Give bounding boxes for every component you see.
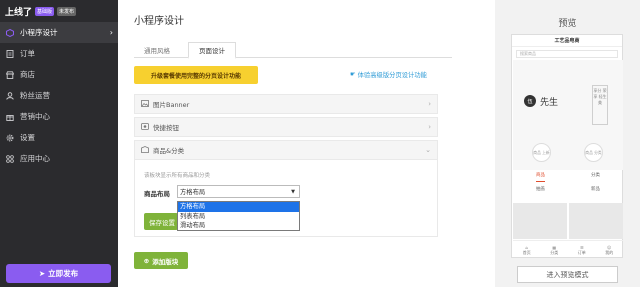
- chevron-down-icon: ⌄: [425, 146, 431, 154]
- phone-product-image: [513, 203, 567, 239]
- phone-tabs: 商品 分类: [513, 172, 623, 182]
- try-advanced-link[interactable]: ☛ 体验高级版分页设计功能: [350, 70, 427, 79]
- phone-tabbar-item: ⌂ 首页: [522, 244, 531, 255]
- sidebar-item-label: 设置: [20, 133, 35, 142]
- phone-product-image: [569, 203, 623, 239]
- phone-logo: 伍: [524, 95, 536, 107]
- preview-panel: 预览 工艺品电商 搜索商品 伍 先生 享分 荣 享 轻生 美 商品 上新 商品 …: [495, 0, 640, 287]
- try-advanced-label: 体验高级版分页设计功能: [357, 72, 427, 79]
- add-block-button[interactable]: ⊕ 添加版块: [134, 252, 188, 269]
- phone-tabbar-item: ☺ 我的: [605, 244, 614, 255]
- phone-header: 工艺品电商: [512, 35, 622, 47]
- tab-general-style[interactable]: 通用风格: [134, 42, 180, 58]
- goods-icon: [141, 145, 149, 155]
- sidebar-item-label: 小程序设计: [20, 28, 58, 37]
- chevron-right-icon: ›: [428, 123, 431, 131]
- phone-vertical-text: 享分 荣 享 轻生 美: [592, 85, 608, 125]
- phone-quick-category: 商品 分类: [584, 143, 603, 162]
- sidebar-item-fans[interactable]: 粉丝运营: [0, 85, 118, 106]
- quick-button-icon: [141, 122, 149, 132]
- sidebar-item-settings[interactable]: 设置: [0, 127, 118, 148]
- status-badge: 未发布: [57, 6, 77, 16]
- sidebar-item-label: 订单: [20, 49, 35, 58]
- phone-tab-category: 分类: [591, 173, 600, 178]
- sidebar: 上线了 基础版 未发布 小程序设计 › 订单 商店 粉丝运营 营销中心 设置 应…: [0, 0, 118, 287]
- phone-tabbar-item: ▦ 分类: [550, 244, 559, 255]
- section-quick-buttons[interactable]: 快捷按钮 ›: [134, 117, 438, 137]
- layout-option-list[interactable]: 列表布局: [178, 212, 299, 222]
- goods-layout-dropdown: 方格布局 列表布局 滑动布局: [177, 201, 300, 231]
- phone-preview: 工艺品电商 搜索商品 伍 先生 享分 荣 享 轻生 美 商品 上新 商品 分类 …: [511, 34, 623, 258]
- sidebar-item-miniprogram-design[interactable]: 小程序设计 ›: [0, 22, 118, 43]
- apps-icon: [6, 154, 14, 163]
- section-label: 商品&分类: [153, 147, 185, 155]
- plus-circle-icon: ⊕: [143, 256, 150, 265]
- section-goods-category[interactable]: 商品&分类 ⌄: [134, 140, 438, 160]
- send-icon: ➤: [38, 269, 46, 278]
- enter-preview-button[interactable]: 进入预览模式: [517, 266, 618, 283]
- phone-subtabs: 抽盖 新品: [513, 186, 623, 196]
- phone-logo-text: 先生: [540, 98, 559, 108]
- gift-icon: [6, 113, 14, 121]
- goods-layout-label: 商品布局: [144, 190, 170, 198]
- brand: 上线了 基础版 未发布: [0, 0, 118, 22]
- phone-tabbar: ⌂ 首页 ▦ 分类 ☰ 订单 ☺ 我的: [513, 240, 623, 258]
- image-icon: [141, 99, 149, 109]
- section-label: 快捷按钮: [153, 124, 179, 132]
- layout-option-grid[interactable]: 方格布局: [178, 202, 299, 212]
- store-icon: [6, 70, 14, 79]
- tab-bar: 通用风格 页面设计: [134, 42, 452, 59]
- tab-page-design[interactable]: 页面设计: [188, 42, 236, 59]
- phone-subtab-2: 新品: [591, 187, 600, 192]
- phone-quick-new: 商品 上新: [532, 143, 551, 162]
- chevron-right-icon: ›: [109, 28, 113, 37]
- sidebar-item-label: 粉丝运营: [20, 91, 50, 100]
- preview-title: 预览: [558, 19, 577, 29]
- chevron-right-icon: ›: [428, 100, 431, 108]
- brand-name: 上线了: [5, 7, 33, 18]
- caret-down-icon: ▼: [291, 188, 295, 195]
- sidebar-item-apps[interactable]: 应用中心: [0, 148, 118, 169]
- pointer-icon: ☛: [350, 71, 356, 78]
- order-icon: [6, 49, 14, 58]
- sidebar-item-orders[interactable]: 订单: [0, 43, 118, 64]
- upgrade-button[interactable]: 升级套餐使用完整的分页设计功能: [134, 66, 258, 84]
- save-settings-button[interactable]: 保存设置: [144, 213, 178, 230]
- publish-button[interactable]: ➤ 立即发布: [6, 264, 111, 283]
- phone-subtab-1: 抽盖: [536, 187, 545, 192]
- layout-option-slide[interactable]: 滑动布局: [178, 221, 299, 231]
- phone-tab-goods: 商品: [536, 172, 545, 182]
- sidebar-item-label: 应用中心: [20, 154, 50, 163]
- sidebar-item-label: 商店: [20, 70, 35, 79]
- sidebar-item-label: 营销中心: [20, 112, 50, 121]
- publish-label: 立即发布: [48, 269, 79, 278]
- add-block-label: 添加版块: [152, 257, 179, 266]
- main-content: 小程序设计 通用风格 页面设计 升级套餐使用完整的分页设计功能 ☛ 体验高级版分…: [118, 0, 495, 287]
- section-hint: 该板块显示所有商品和分类: [144, 173, 211, 179]
- sidebar-item-store[interactable]: 商店: [0, 64, 118, 85]
- users-icon: [6, 91, 14, 100]
- phone-tabbar-item: ☰ 订单: [577, 244, 586, 255]
- section-label: 图片Banner: [153, 101, 190, 109]
- plan-badge: 基础版: [35, 6, 55, 16]
- cube-icon: [6, 28, 14, 37]
- section-image-banner[interactable]: 图片Banner ›: [134, 94, 438, 114]
- goods-layout-select[interactable]: 方格布局 ▼: [177, 185, 300, 198]
- gear-icon: [6, 134, 14, 142]
- goods-layout-value: 方格布局: [180, 189, 206, 196]
- phone-search: 搜索商品: [516, 50, 618, 58]
- sidebar-item-marketing[interactable]: 营销中心: [0, 106, 118, 127]
- page-title: 小程序设计: [134, 16, 184, 27]
